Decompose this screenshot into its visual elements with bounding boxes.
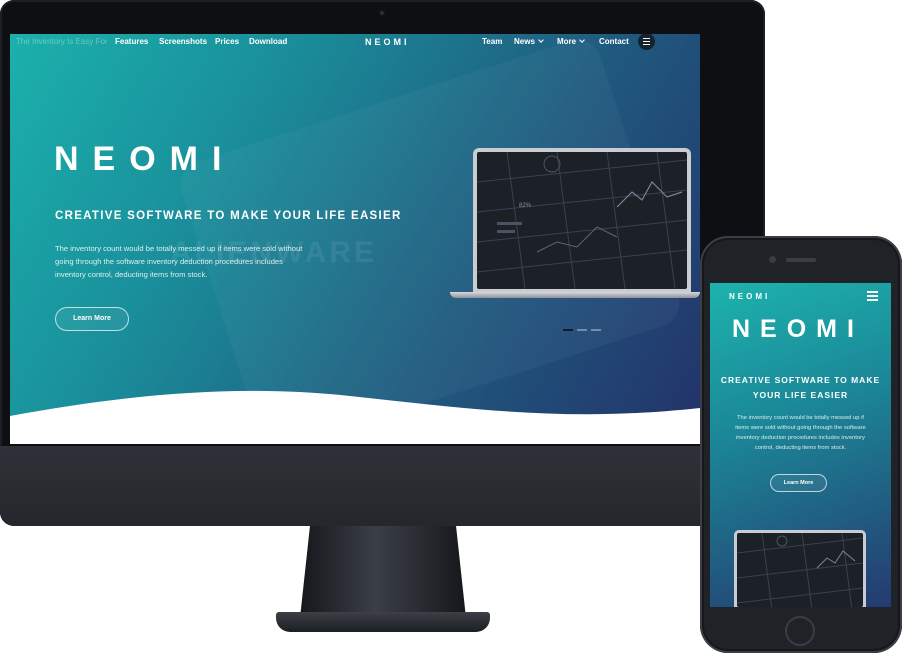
hamburger-line [867, 299, 878, 301]
camera-icon [378, 9, 386, 17]
imac-stand-base [276, 612, 490, 632]
menu-icon-line [643, 44, 650, 46]
nav-link-screenshots[interactable]: Screenshots [159, 37, 207, 46]
top-navigation: The Inventory Is Easy For Features Scree… [10, 34, 700, 50]
hamburger-line [867, 295, 878, 297]
menu-button[interactable] [638, 34, 655, 50]
menu-icon-line [643, 41, 650, 43]
mobile-hero-logo: NEOMI [732, 315, 864, 343]
slider-dot[interactable] [577, 329, 587, 331]
mobile-screen: NEOMI NEOMI CREATIVE SOFTWARE TO MAKE YO… [710, 283, 891, 607]
laptop-mockup: 82% [473, 148, 691, 293]
mobile-hero-title: CREATIVE SOFTWARE TO MAKE YOUR LIFE EASI… [720, 375, 881, 400]
mobile-learn-more-button[interactable]: Learn More [770, 474, 827, 492]
nav-faded-text: The Inventory Is Easy For [16, 37, 108, 46]
chevron-down-icon [538, 37, 544, 43]
nav-link-prices[interactable]: Prices [215, 37, 239, 46]
imac-frame: ALIENWARE The Inventory Is Easy For Feat… [0, 0, 765, 526]
phone-camera-icon [769, 256, 776, 263]
nav-link-contact[interactable]: Contact [599, 37, 629, 46]
slider-dots [563, 318, 605, 336]
hero-title: CREATIVE SOFTWARE TO MAKE YOUR LIFE EASI… [55, 210, 402, 222]
home-button[interactable] [785, 616, 815, 646]
svg-text:82%: 82% [519, 203, 532, 209]
mobile-hero-description: The inventory count would be totally mes… [735, 415, 866, 451]
hero-logo: NEOMI [54, 140, 236, 178]
phone-speaker [786, 258, 816, 262]
nav-link-news[interactable]: News [514, 37, 544, 46]
learn-more-button[interactable]: Learn More [55, 307, 129, 331]
mobile-nav-logo[interactable]: NEOMI [729, 292, 770, 301]
hero-description: The inventory count would be totally mes… [55, 244, 303, 279]
mobile-dashboard-screenshot [737, 533, 863, 607]
nav-link-download[interactable]: Download [249, 37, 287, 46]
dashboard-screenshot: 82% [477, 152, 687, 289]
desktop-screen: ALIENWARE The Inventory Is Easy For Feat… [10, 34, 700, 444]
menu-icon [643, 38, 650, 40]
hamburger-menu-icon[interactable] [867, 291, 878, 301]
hamburger-line [867, 291, 878, 293]
nav-link-more[interactable]: More [557, 37, 585, 46]
laptop-base [450, 292, 700, 298]
slider-dot[interactable] [591, 329, 601, 331]
nav-logo[interactable]: NEOMI [365, 37, 410, 47]
mobile-laptop-mockup [734, 530, 866, 607]
imac-stand [300, 526, 466, 618]
imac-chin [0, 446, 765, 526]
hero-wave [10, 390, 700, 444]
slider-dot-active[interactable] [563, 329, 573, 331]
nav-link-news-label: News [514, 37, 535, 46]
chevron-down-icon [579, 37, 585, 43]
nav-link-team[interactable]: Team [482, 37, 502, 46]
phone-frame: NEOMI NEOMI CREATIVE SOFTWARE TO MAKE YO… [700, 236, 902, 653]
nav-link-more-label: More [557, 37, 577, 46]
nav-link-features[interactable]: Features [115, 37, 148, 46]
